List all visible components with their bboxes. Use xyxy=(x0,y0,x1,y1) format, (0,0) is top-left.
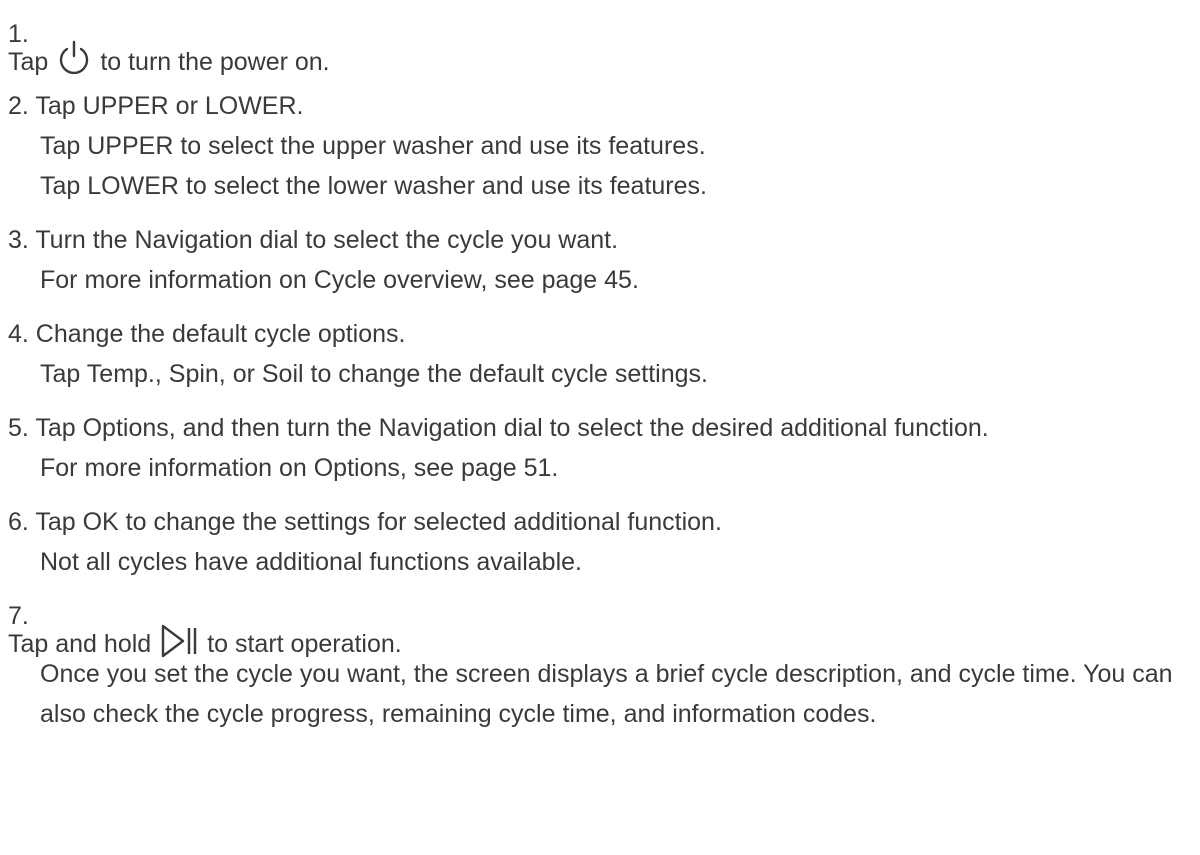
step-1-before-icon: Tap xyxy=(8,48,49,76)
step-3: 3. Turn the Navigation dial to select th… xyxy=(8,220,1200,300)
step-5: 5. Tap Options, and then turn the Naviga… xyxy=(8,408,1200,488)
step-2-detail-2: Tap LOWER to select the lower washer and… xyxy=(40,172,707,200)
step-5-detail-1: For more information on Options, see pag… xyxy=(40,454,559,482)
step-1-after-icon: to turn the power on. xyxy=(100,48,330,76)
step-3-text: 3. Turn the Navigation dial to select th… xyxy=(8,226,619,254)
step-2-text: 2. Tap UPPER or LOWER. xyxy=(8,92,304,120)
start-pause-icon xyxy=(159,622,199,672)
steps-list: 1. Tap to turn the power on. 2. Tap UPPER… xyxy=(8,14,1200,734)
step-7-text: Tap and hold to start operation. xyxy=(8,622,402,672)
power-icon xyxy=(56,40,92,90)
step-2: 2. Tap UPPER or LOWER. Tap UPPER to sele… xyxy=(8,86,1200,206)
step-5-text: 5. Tap Options, and then turn the Naviga… xyxy=(8,414,989,442)
step-4-detail-1: Tap Temp., Spin, or Soil to change the d… xyxy=(40,360,708,388)
step-7: 7. Tap and hold to start operation. Once … xyxy=(8,596,1200,734)
step-6-detail-1: Not all cycles have additional functions… xyxy=(40,548,582,576)
step-6-text: 6. Tap OK to change the settings for sel… xyxy=(8,508,722,536)
step-1: 1. Tap to turn the power on. xyxy=(8,14,1200,76)
step-1-line: 1. Tap to turn the power on. xyxy=(8,14,1200,76)
step-3-detail-1: For more information on Cycle overview, … xyxy=(40,266,639,294)
step-4: 4. Change the default cycle options. Tap… xyxy=(8,314,1200,394)
step-7-before-icon: Tap and hold xyxy=(8,630,152,658)
step-6: 6. Tap OK to change the settings for sel… xyxy=(8,502,1200,582)
step-1-text: Tap to turn the power on. xyxy=(8,40,330,90)
step-4-text: 4. Change the default cycle options. xyxy=(8,320,406,348)
instruction-page: 1. Tap to turn the power on. 2. Tap UPPER… xyxy=(0,0,1200,855)
step-7-after-icon: to start operation. xyxy=(207,630,402,658)
step-2-detail-1: Tap UPPER to select the upper washer and… xyxy=(40,132,706,160)
step-7-line: 7. Tap and hold to start operation. xyxy=(8,596,1200,658)
